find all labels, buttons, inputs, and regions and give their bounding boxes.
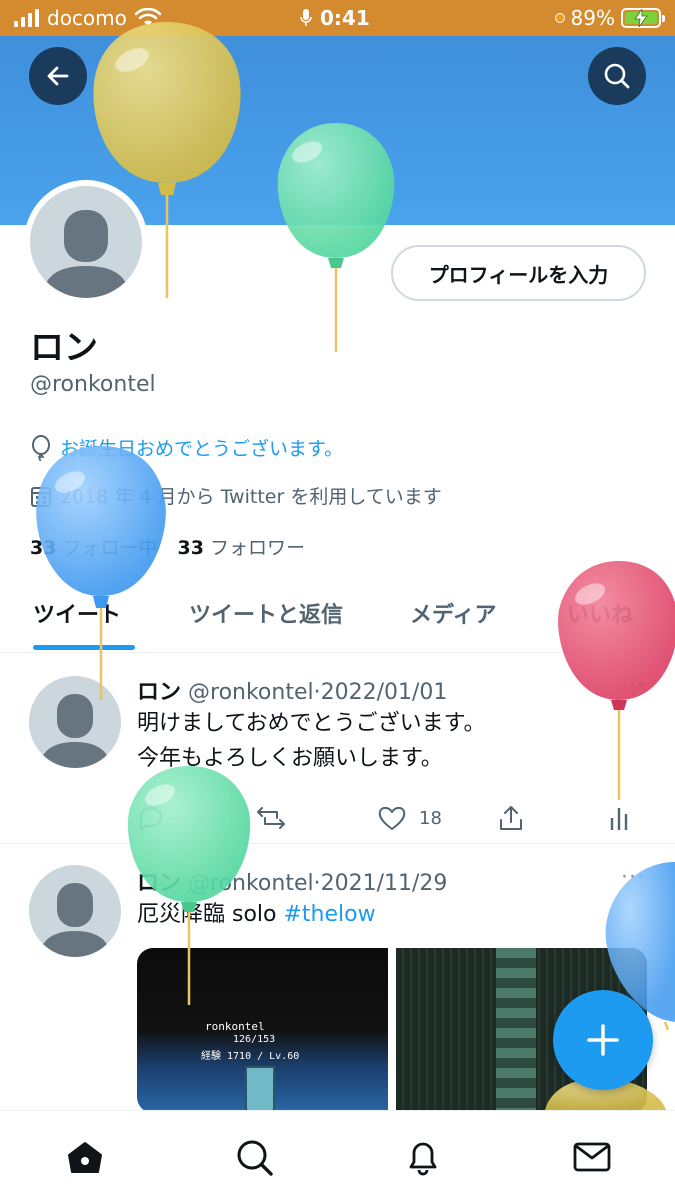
more-options-icon[interactable]: ··· [621, 865, 645, 890]
hashtag-link[interactable]: #thelow [283, 902, 375, 927]
bottom-navigation [0, 1110, 675, 1200]
explore-search-icon [237, 1140, 273, 1176]
tweet-text: 明けましておめでとうございます。 今年もよろしくお願いします。 [137, 706, 485, 776]
heart-icon [378, 806, 406, 830]
tweet-item[interactable]: ロン @ronkontel·2022/01/01 ··· 明けましておめでとうご… [0, 654, 675, 844]
nav-messages[interactable] [572, 1137, 612, 1177]
game-character [245, 1066, 275, 1113]
analytics-icon [610, 808, 628, 830]
followers-count: 33 [177, 537, 204, 559]
tweet-avatar[interactable] [29, 676, 121, 768]
tweet-header: ロン @ronkontel·2021/11/29 [137, 871, 448, 896]
nav-home[interactable] [65, 1137, 105, 1177]
tweet-text-content: 厄災降臨 solo [137, 902, 284, 927]
default-avatar-icon [39, 694, 111, 768]
compose-tweet-button[interactable] [553, 990, 653, 1090]
media-image-1[interactable]: ronkontel 126/153 経験 1710 / Lv.60 [137, 948, 388, 1113]
retweet-button[interactable] [255, 804, 287, 832]
tweet-author-handle: @ronkontel [188, 871, 314, 896]
game-pillar [496, 948, 536, 1113]
status-left: docomo [14, 6, 161, 30]
joined-row: 2018 年 4 月から Twitter を利用しています [30, 482, 442, 509]
profile-tabs: ツイート ツイートと返信 メディア いいね [0, 585, 675, 653]
game-status-readout: 経験 1710 / Lv.60 [201, 1051, 300, 1062]
status-right: 89% [554, 6, 665, 30]
status-bar: docomo 0:41 89% [0, 0, 675, 36]
reply-icon [140, 807, 162, 831]
game-hp-readout: 126/153 [233, 1034, 276, 1045]
status-center: 0:41 [300, 6, 370, 30]
microphone-icon [300, 9, 312, 26]
retweet-icon [257, 807, 285, 829]
follow-stats: 33 フォロー中 33 フォロワー [30, 533, 305, 560]
battery-icon [621, 8, 665, 28]
followers-label: フォロワー [210, 537, 306, 559]
user-handle: @ronkontel [30, 372, 156, 397]
orange-dot-icon [554, 13, 565, 23]
birthday-row: お誕生日おめでとうございます。 [30, 434, 343, 461]
search-button[interactable] [588, 47, 646, 105]
tweet-text: 厄災降臨 solo #thelow [137, 897, 376, 932]
tweet-author-name[interactable]: ロン [137, 871, 181, 896]
wifi-icon [134, 8, 161, 26]
tab-tweets[interactable]: ツイート [33, 597, 121, 629]
search-icon [604, 63, 630, 89]
tweet-actions: 18 [137, 804, 637, 834]
reply-button[interactable] [137, 804, 165, 832]
home-icon [68, 1142, 102, 1173]
tweet-author-handle: @ronkontel [188, 680, 314, 705]
nav-explore[interactable] [234, 1137, 274, 1177]
game-player-name: ronkontel [205, 1020, 265, 1033]
tweet-text-line: 明けましておめでとうございます。 [137, 711, 486, 736]
tweet-header: ロン @ronkontel·2022/01/01 [137, 680, 448, 705]
arrow-left-icon [47, 66, 69, 86]
battery-percent: 89% [570, 6, 615, 30]
signal-icon [14, 9, 39, 27]
following-label: フォロー中 [62, 537, 158, 559]
tweet-avatar[interactable] [29, 865, 121, 957]
edit-profile-button[interactable]: プロフィールを入力 [391, 245, 646, 301]
joined-date: 2018 年 4 月から Twitter を利用しています [60, 486, 442, 508]
share-icon [500, 806, 522, 830]
plus-icon [587, 1024, 619, 1056]
calendar-icon [31, 486, 51, 507]
followers-link[interactable]: 33 フォロワー [178, 533, 306, 560]
clock: 0:41 [320, 6, 370, 30]
active-tab-indicator [33, 645, 135, 650]
tab-tweets-and-replies[interactable]: ツイートと返信 [189, 597, 343, 629]
back-button[interactable] [29, 47, 87, 105]
nav-notifications[interactable] [403, 1137, 443, 1177]
display-name: ロン [30, 328, 98, 368]
more-options-icon[interactable]: ··· [621, 674, 645, 699]
tweet-date[interactable]: 2021/11/29 [321, 871, 448, 896]
default-avatar-icon [39, 883, 111, 957]
following-count: 33 [30, 537, 57, 559]
like-button[interactable]: 18 [377, 804, 442, 832]
notifications-bell-icon [409, 1142, 437, 1176]
profile-avatar[interactable] [24, 180, 148, 304]
share-button[interactable] [497, 804, 525, 832]
tab-media[interactable]: メディア [410, 597, 496, 629]
default-avatar-icon [42, 210, 130, 298]
tab-likes[interactable]: いいね [567, 597, 633, 629]
analytics-button[interactable] [607, 804, 631, 832]
tweet-text-line: 今年もよろしくお願いします。 [137, 746, 443, 771]
messages-envelope-icon [573, 1142, 611, 1172]
following-link[interactable]: 33 フォロー中 [30, 533, 158, 560]
tweet-author-name[interactable]: ロン [137, 680, 181, 705]
balloon-icon [32, 434, 50, 461]
tweet-date[interactable]: 2022/01/01 [321, 680, 448, 705]
like-count: 18 [419, 807, 442, 829]
carrier-label: docomo [47, 6, 127, 30]
birthday-message[interactable]: お誕生日おめでとうございます。 [60, 434, 343, 461]
